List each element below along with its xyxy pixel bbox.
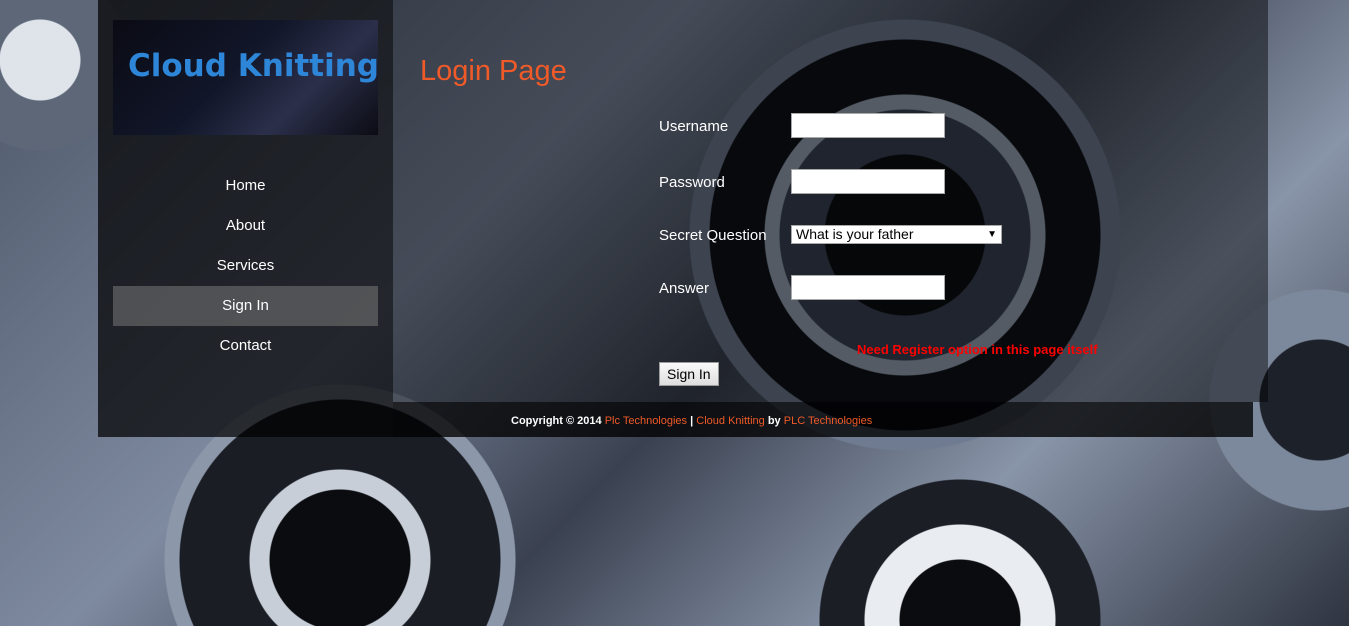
logo[interactable]: Cloud Knitting (113, 20, 379, 135)
register-notice: Need Register option in this page itself (857, 342, 1098, 357)
footer-link-plc[interactable]: Plc Technologies (605, 415, 687, 427)
answer-input[interactable] (791, 275, 945, 300)
password-label: Password (659, 174, 725, 191)
logo-text: Cloud Knitting (128, 48, 379, 84)
page-title: Login Page (420, 55, 567, 87)
password-input[interactable] (791, 169, 945, 194)
footer-by: by (767, 415, 781, 427)
answer-label: Answer (659, 280, 710, 297)
sign-in-button[interactable]: Sign In (659, 362, 719, 386)
nav-item-services[interactable]: Services (113, 246, 378, 286)
username-label: Username (659, 118, 729, 135)
footer-link-cloud-knitting[interactable]: Cloud Knitting (696, 415, 765, 427)
sidebar: Cloud Knitting Home About Services Sign … (98, 0, 393, 437)
footer-separator: | (690, 415, 694, 427)
dropdown-arrow-icon: ▼ (987, 229, 997, 240)
nav-item-home[interactable]: Home (113, 166, 378, 206)
copyright-prefix: Copyright © 2014 (511, 415, 602, 427)
secret-question-select[interactable]: What is your father ▼ (791, 225, 1002, 244)
nav-item-about[interactable]: About (113, 206, 378, 246)
main-nav: Home About Services Sign In Contact (113, 166, 378, 366)
username-input[interactable] (791, 113, 945, 138)
secret-question-selected: What is your father (796, 226, 914, 242)
nav-item-sign-in[interactable]: Sign In (113, 286, 378, 326)
copyright-text: Copyright © 2014 Plc Technologies | Clou… (511, 415, 872, 427)
nav-item-contact[interactable]: Contact (113, 326, 378, 366)
footer-link-plc-technologies[interactable]: PLC Technologies (784, 415, 872, 427)
secret-question-label: Secret Question (659, 227, 767, 244)
